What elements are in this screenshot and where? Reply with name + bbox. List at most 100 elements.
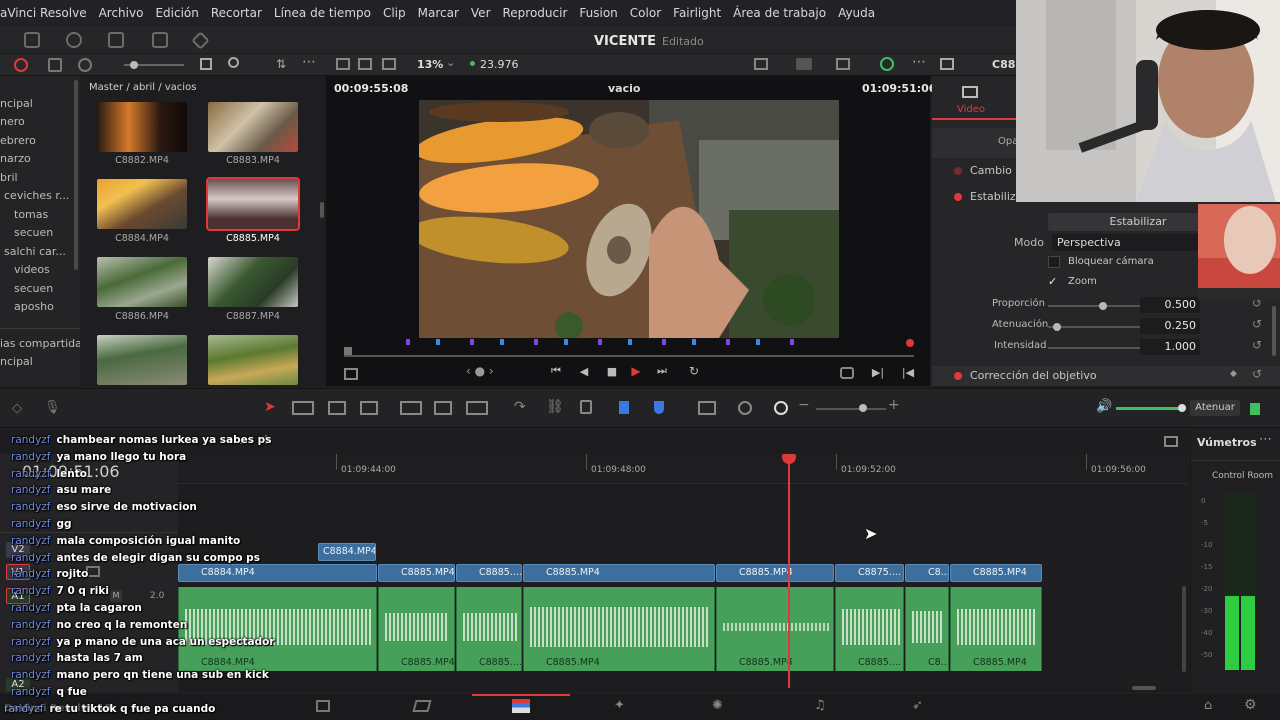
reset-icon[interactable]: ↺: [1252, 367, 1262, 381]
edit-page-icon[interactable]: [512, 699, 530, 713]
video-tab-icon[interactable]: [962, 86, 978, 98]
timeline-options-icon[interactable]: [1164, 436, 1178, 447]
position-lock-icon[interactable]: [580, 400, 592, 414]
zoom-in-icon[interactable]: +: [888, 397, 900, 413]
bin-item[interactable]: tomas: [0, 206, 80, 225]
next-edit-button[interactable]: ▶|: [870, 364, 886, 380]
home-icon[interactable]: ⌂: [1204, 698, 1212, 713]
go-to-end-button[interactable]: ⏭: [652, 362, 672, 380]
smooth-value[interactable]: 0.250: [1140, 318, 1200, 334]
section-toggle-icon[interactable]: [954, 167, 962, 175]
menu-item-reproducir[interactable]: Reproducir: [503, 6, 568, 20]
color-manage-icon[interactable]: [880, 57, 894, 71]
cloud-icon[interactable]: [78, 58, 92, 72]
source-viewer-icon[interactable]: [382, 58, 396, 70]
v2-clip[interactable]: C8884.MP4: [318, 543, 376, 561]
overwrite-clip-icon[interactable]: [434, 401, 452, 415]
viewer-layout-icon[interactable]: [336, 58, 350, 70]
play-reverse-button[interactable]: ◀: [574, 362, 594, 380]
tab-video[interactable]: Video: [957, 104, 985, 115]
scrubber-in-handle[interactable]: [344, 347, 352, 355]
inspector-scrollbar[interactable]: [1272, 306, 1276, 356]
clip-thumbnail[interactable]: [97, 335, 187, 385]
fx-overlay-icon[interactable]: [796, 58, 812, 70]
bin-item[interactable]: secuen: [0, 280, 80, 299]
a1-clip[interactable]: C8885.MP4: [716, 587, 834, 671]
v1-clip[interactable]: C8885.MP4: [523, 564, 715, 582]
section-toggle-icon[interactable]: [954, 193, 962, 201]
video-frame[interactable]: [419, 100, 839, 338]
shared-bin-item[interactable]: ncipal: [0, 353, 80, 372]
pool-scrollbar[interactable]: [320, 202, 324, 218]
settings-gear-icon[interactable]: ⚙: [1244, 697, 1257, 713]
bin-item[interactable]: salchi car...: [0, 243, 80, 262]
menu-item-fusion[interactable]: Fusion: [579, 6, 617, 20]
menu-item-archivo[interactable]: Archivo: [99, 6, 144, 20]
zoom-full-icon[interactable]: [698, 401, 716, 415]
zoom-dropdown-icon[interactable]: ⌄: [446, 56, 455, 69]
clip-thumbnail[interactable]: [208, 102, 298, 152]
v1-clip[interactable]: C8875....: [835, 564, 904, 582]
stabilization-section[interactable]: Estabiliz: [954, 190, 1016, 203]
volume-icon[interactable]: 🔊: [1096, 399, 1112, 414]
menu-item-marcar[interactable]: Marcar: [418, 6, 459, 20]
timeline-horizontal-scrollbar[interactable]: [1132, 686, 1156, 690]
viewer-more-icon[interactable]: ⋯: [912, 54, 926, 70]
v1-clip[interactable]: C8885.MP4: [378, 564, 455, 582]
a1-clip[interactable]: C8885.MP4: [950, 587, 1042, 671]
trim-tool-icon[interactable]: [292, 401, 314, 415]
timeline-vertical-scrollbar[interactable]: [1182, 586, 1186, 672]
timeline-view-icon[interactable]: ◇: [12, 401, 22, 416]
timeline-zoom-knob[interactable]: [859, 404, 867, 412]
menu-item-area-trabajo[interactable]: Área de trabajo: [733, 6, 826, 20]
sound-library-icon[interactable]: [152, 32, 168, 48]
scrubber-playhead[interactable]: [906, 339, 914, 347]
v1-clip[interactable]: C8885.MP4: [716, 564, 834, 582]
fit-icon[interactable]: [836, 58, 850, 70]
zoom-detail-icon[interactable]: [738, 401, 752, 415]
zoom-checkbox[interactable]: ✓: [1048, 276, 1060, 288]
media-page-icon[interactable]: [316, 700, 330, 712]
a1-clip[interactable]: C8...: [905, 587, 949, 671]
clip-thumbnail-selected[interactable]: [206, 177, 300, 231]
bin-item[interactable]: ceviches r...: [0, 187, 80, 206]
a1-clip[interactable]: C8885.MP4: [378, 587, 455, 671]
audio-icon[interactable]: [14, 58, 28, 72]
media-pool-icon[interactable]: [24, 32, 40, 48]
ratio-value[interactable]: 0.500: [1140, 297, 1200, 313]
markers-icon[interactable]: [191, 31, 210, 50]
menu-item-ayuda[interactable]: Ayuda: [838, 6, 875, 20]
grid-view-icon[interactable]: [200, 58, 212, 70]
bin-item[interactable]: bril: [0, 169, 80, 188]
menu-item-color[interactable]: Color: [630, 6, 661, 20]
list-view-icon[interactable]: [48, 58, 62, 72]
marker-icon[interactable]: [654, 401, 664, 414]
clip-thumbnail[interactable]: [208, 257, 298, 307]
stop-button[interactable]: ■: [602, 362, 622, 380]
inspector-panel-icon[interactable]: [940, 58, 954, 70]
camera-change-section[interactable]: Cambio c: [954, 164, 1021, 177]
clip-thumbnail[interactable]: [97, 179, 187, 229]
voiceover-icon[interactable]: 🎙: [44, 400, 61, 415]
insert-clip-icon[interactable]: [400, 401, 422, 415]
a1-clip[interactable]: C8885.MP4: [523, 587, 715, 671]
clip-thumbnail[interactable]: [97, 257, 187, 307]
viewer-clip-name[interactable]: vacio: [608, 82, 640, 95]
a1-clip[interactable]: C8885....: [456, 587, 522, 671]
bin-item[interactable]: aposho: [0, 298, 80, 317]
menu-item-linea-tiempo[interactable]: Línea de tiempo: [274, 6, 371, 20]
zoom-out-icon[interactable]: −: [798, 397, 810, 413]
v1-clip[interactable]: C8...: [905, 564, 949, 582]
clip-thumbnail[interactable]: [97, 102, 187, 152]
timeline-playhead[interactable]: [788, 456, 790, 688]
menu-item-edicion[interactable]: Edición: [155, 6, 198, 20]
volume-knob[interactable]: [1178, 404, 1186, 412]
deliver-page-icon[interactable]: ➶: [912, 698, 923, 713]
go-to-start-button[interactable]: ⏮: [546, 362, 566, 380]
reset-icon[interactable]: ↺: [1252, 317, 1262, 331]
lens-correction-row[interactable]: Corrección del objetivo: [954, 369, 1097, 382]
a1-clip[interactable]: C8885....: [835, 587, 904, 671]
v1-clip[interactable]: C8885....: [456, 564, 522, 582]
dynamic-trim-icon[interactable]: [328, 401, 346, 415]
match-frame-icon[interactable]: [840, 367, 854, 379]
